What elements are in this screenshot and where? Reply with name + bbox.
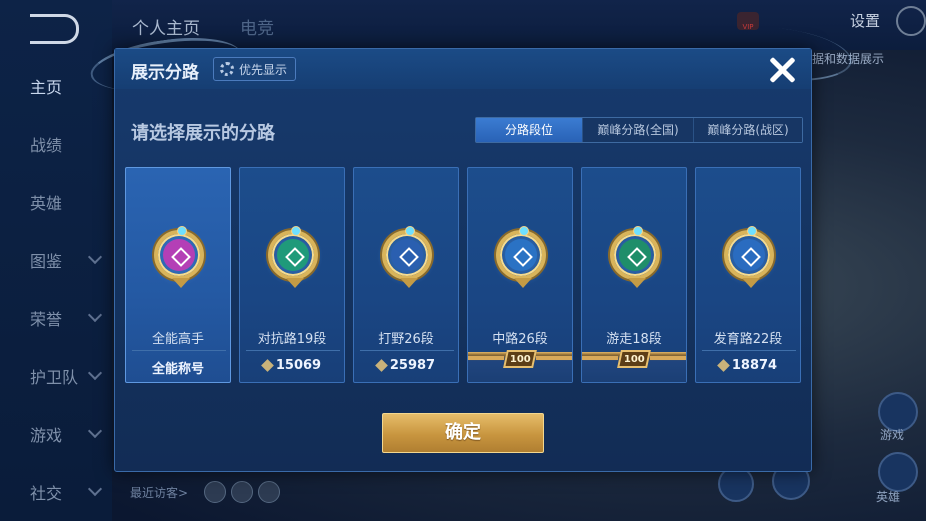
jungle-badge-icon — [382, 226, 432, 288]
lane-card-value: 25987 — [354, 358, 458, 373]
lane-card-label: 对抗路19段 — [257, 332, 327, 347]
tab-profile[interactable]: 个人主页 — [132, 14, 200, 39]
lane-type-tabs: 分路段位 巅峰分路(全国) 巅峰分路(战区) — [475, 117, 803, 143]
lane-card-label: 打野26段 — [378, 332, 434, 347]
tab-peak-national[interactable]: 巅峰分路(全国) — [583, 118, 694, 142]
chevron-down-icon — [87, 423, 103, 439]
tab-lane-rank[interactable]: 分路段位 — [476, 118, 583, 142]
roam-badge-icon — [610, 226, 660, 288]
points-icon — [375, 359, 388, 372]
hero-round-label: 英雄 — [876, 490, 901, 504]
dialog-title: 展示分路 — [131, 63, 199, 83]
all-round-badge-icon — [154, 226, 204, 288]
confirm-button[interactable]: 确定 — [382, 413, 544, 453]
hero-round-button[interactable] — [878, 452, 918, 492]
avatar[interactable] — [258, 481, 280, 503]
lane-display-dialog: 展示分路 优先显示 请选择展示的分路 分路段位 巅峰分路(全国) 巅峰分路(战区… — [114, 48, 812, 472]
priority-display-label: 优先显示 — [239, 62, 288, 77]
dialog-subtitle: 请选择展示的分路 — [131, 123, 275, 144]
sidebar-item-social[interactable]: 社交 — [0, 472, 112, 512]
lane-card-all-round[interactable]: 全能高手 全能称号 — [125, 167, 231, 383]
recent-visitors-link[interactable]: 最近访客> — [130, 484, 188, 501]
chevron-down-icon — [87, 481, 103, 497]
lane-card-farm[interactable]: 发育路22段 18874 — [695, 167, 801, 383]
top-100-badge: 100 — [503, 350, 537, 368]
points-icon — [717, 359, 730, 372]
tab-esports[interactable]: 电竞 — [240, 14, 274, 39]
sidebar-item-honor[interactable]: 荣誉 — [0, 298, 112, 338]
lane-card-roam[interactable]: 游走18段 100 — [581, 167, 687, 383]
lane-card-clash[interactable]: 对抗路19段 15069 — [239, 167, 345, 383]
clash-lane-badge-icon — [268, 226, 318, 288]
chevron-down-icon — [87, 307, 103, 323]
game-round-label: 游戏 — [880, 428, 905, 442]
sidebar-item-heroes[interactable]: 英雄 — [0, 182, 112, 222]
lane-card-mid[interactable]: 中路26段 100 — [467, 167, 573, 383]
mid-lane-badge-icon — [496, 226, 546, 288]
lane-card-label: 游走18段 — [606, 332, 662, 347]
top-rank-banner: 100 — [582, 350, 686, 382]
close-icon[interactable] — [766, 54, 798, 86]
farm-lane-badge-icon — [724, 226, 774, 288]
dialog-header: 展示分路 优先显示 — [115, 49, 811, 89]
background-close-icon[interactable] — [896, 6, 926, 36]
points-icon — [261, 359, 274, 372]
top-100-badge: 100 — [617, 350, 651, 368]
lane-card-label: 中路26段 — [492, 332, 548, 347]
lane-card-label: 全能高手 — [151, 332, 204, 347]
lane-card-jungle[interactable]: 打野26段 25987 — [353, 167, 459, 383]
lane-card-value: 18874 — [696, 358, 800, 373]
back-icon[interactable] — [30, 14, 79, 44]
sidebar-item-gallery[interactable]: 图鉴 — [0, 240, 112, 280]
avatar[interactable] — [204, 481, 226, 503]
chevron-down-icon — [87, 249, 103, 265]
lane-card-value: 全能称号 — [151, 362, 204, 377]
avatar[interactable] — [231, 481, 253, 503]
tab-peak-region[interactable]: 巅峰分路(战区) — [694, 118, 802, 142]
top-rank-banner: 100 — [468, 350, 572, 382]
settings-button[interactable]: 设置 — [850, 10, 880, 31]
lane-card-value: 15069 — [240, 358, 344, 373]
sidebar-item-record[interactable]: 战绩 — [0, 124, 112, 164]
sidebar-item-guard[interactable]: 护卫队 — [0, 356, 112, 396]
sidebar-item-games[interactable]: 游戏 — [0, 414, 112, 454]
gear-icon — [220, 62, 234, 76]
chevron-down-icon — [87, 365, 103, 381]
priority-display-button[interactable]: 优先显示 — [213, 57, 297, 81]
lane-card-label: 发育路22段 — [713, 332, 783, 347]
